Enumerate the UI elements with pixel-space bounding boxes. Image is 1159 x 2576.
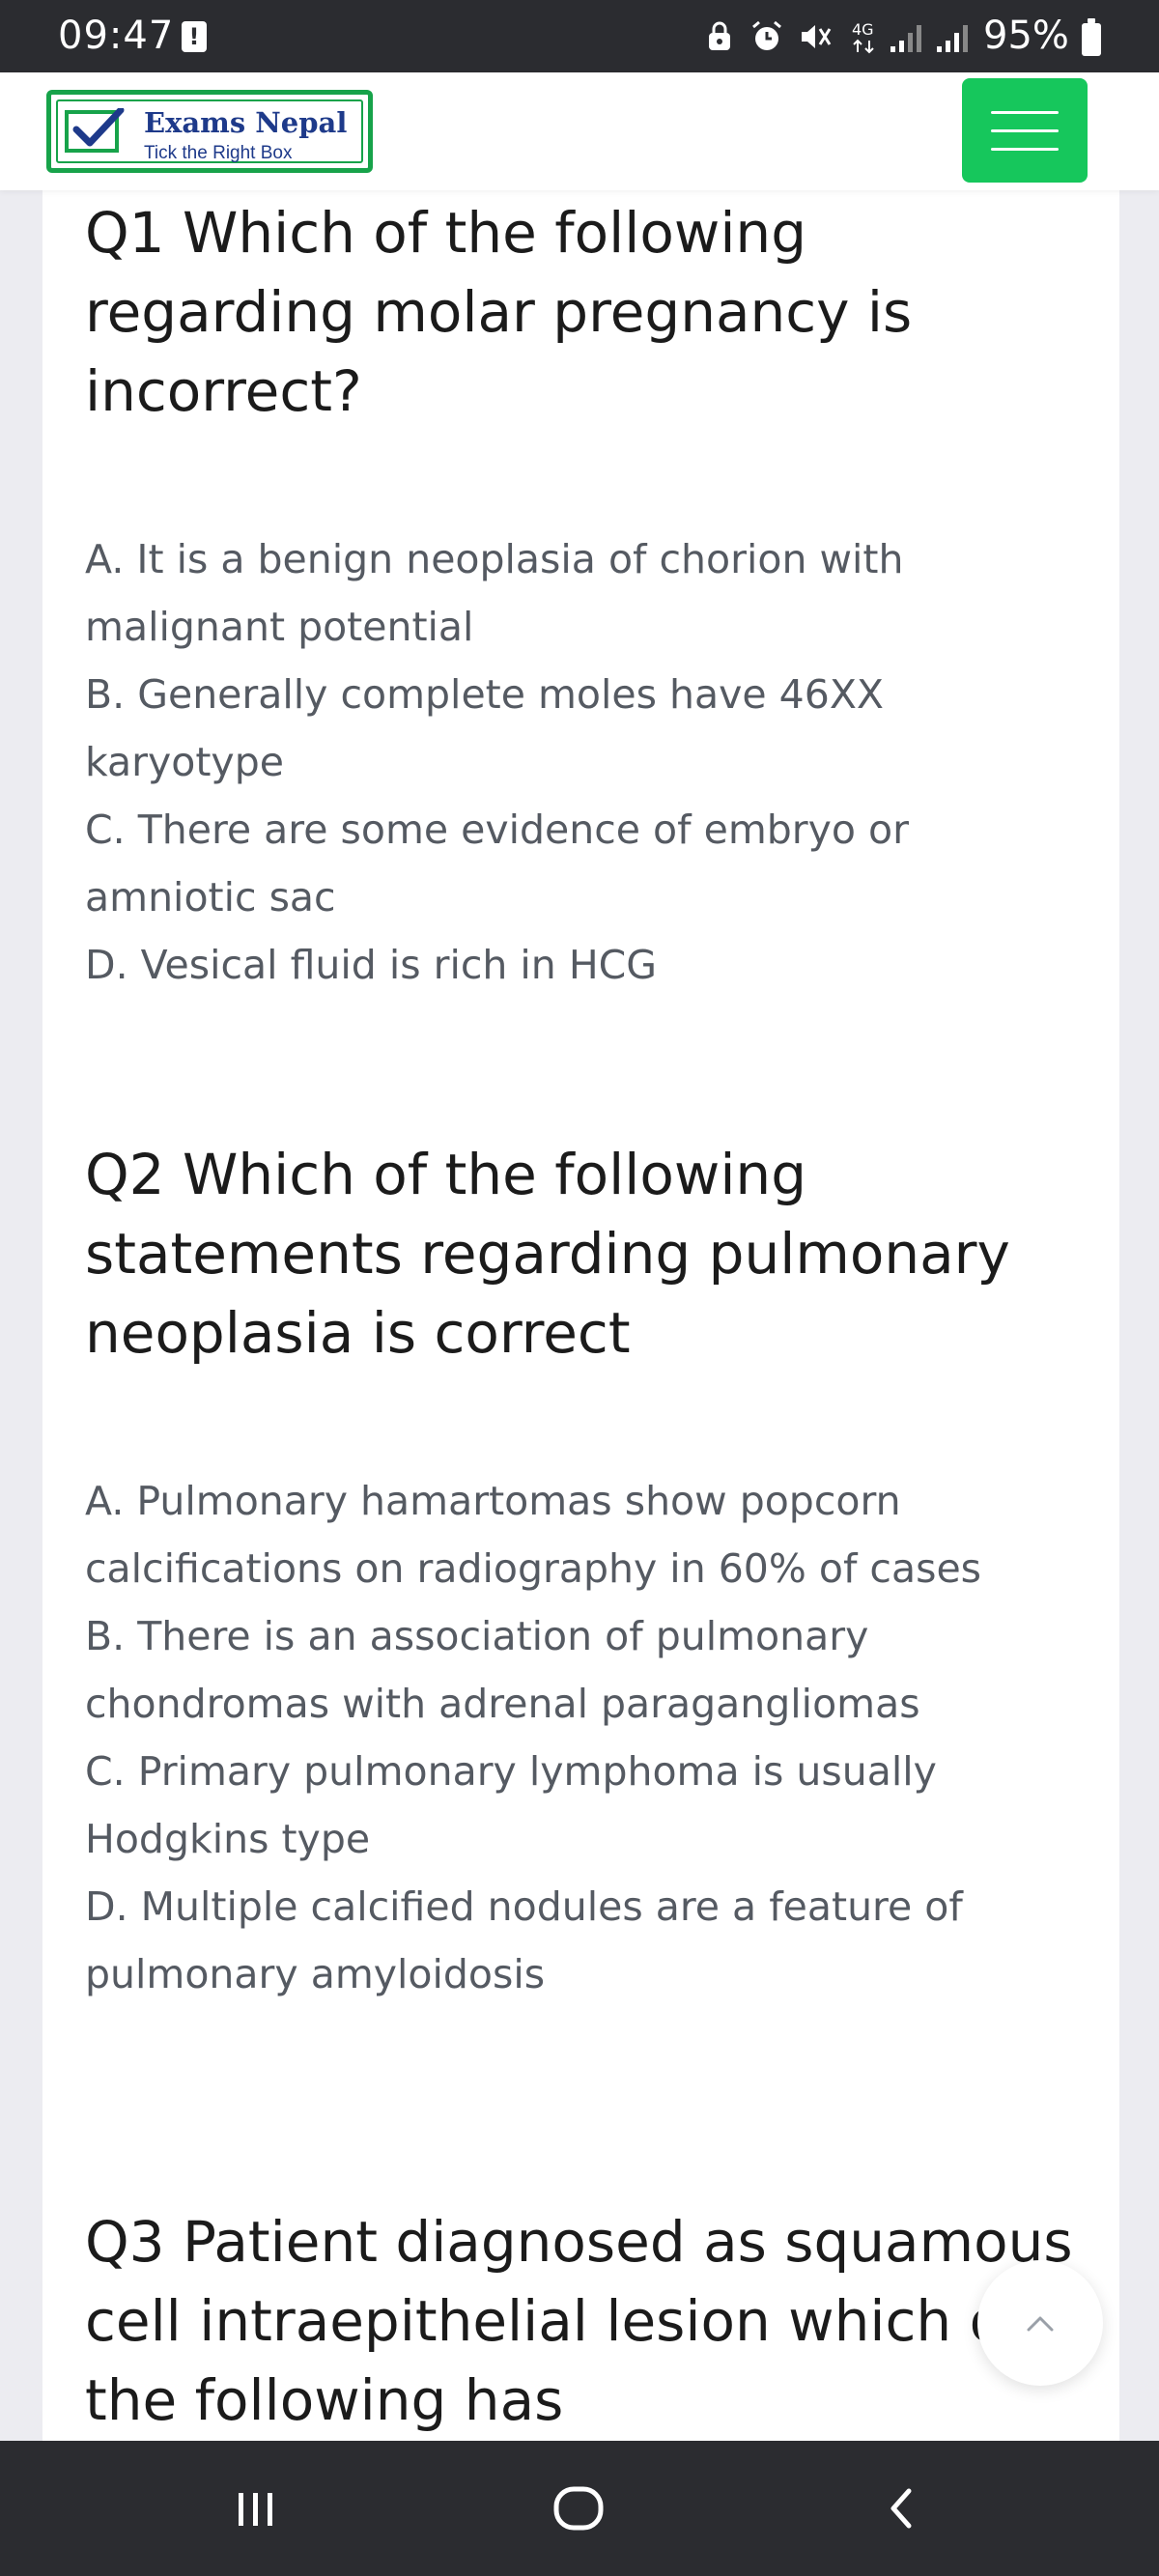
question-title: Q2 Which of the following statements reg… (85, 1142, 1010, 1366)
battery-percentage: 95% (983, 14, 1069, 58)
question-title: Q3 Patient diagnosed as squamous cell in… (85, 2209, 1073, 2433)
option-item[interactable]: C. There are some evidence of embryo or … (85, 796, 1089, 931)
menu-button[interactable] (962, 78, 1088, 183)
option-item[interactable]: D. Multiple calcified nodules are a feat… (85, 1873, 1089, 2008)
question-title: Q1 Which of the following regarding mola… (85, 200, 913, 424)
recent-apps-icon[interactable] (217, 2479, 295, 2537)
option-item[interactable]: A. It is a benign neoplasia of chorion w… (85, 525, 1089, 661)
alarm-icon (752, 20, 781, 50)
checkbox-check-icon (65, 108, 125, 153)
site-header: Exams Nepal Tick the Right Box (0, 72, 1159, 190)
scroll-to-top-button[interactable] (977, 2260, 1103, 2386)
option-list: A. It is a benign neoplasia of chorion w… (85, 525, 1089, 999)
hamburger-line (991, 111, 1059, 114)
question-card: Q2 Which of the following statements reg… (85, 1135, 1089, 2008)
question-list: Q1 Which of the following regarding mola… (42, 184, 1119, 2444)
status-bar: 09:47 ! 4G 95% (0, 0, 1159, 72)
question-card: Q3 Patient diagnosed as squamous cell in… (85, 2202, 1089, 2440)
home-icon[interactable] (541, 2479, 618, 2537)
option-item[interactable]: C. Primary pulmonary lymphoma is usually… (85, 1738, 1089, 1873)
signal-icon (890, 25, 921, 52)
status-time: 09:47 (58, 14, 175, 58)
chevron-up-icon (1027, 2316, 1054, 2332)
hamburger-line (991, 129, 1059, 132)
network-4g-icon: 4G (852, 20, 874, 54)
option-item[interactable]: D. Vesical fluid is rich in HCG (85, 931, 1089, 999)
site-logo[interactable]: Exams Nepal Tick the Right Box (46, 90, 373, 173)
option-item[interactable]: A. Pulmonary hamartomas show popcorn cal… (85, 1467, 1089, 1602)
battery-icon (1082, 18, 1101, 56)
option-item[interactable]: B. There is an association of pulmonary … (85, 1602, 1089, 1738)
logo-title: Exams Nepal (144, 106, 348, 139)
notification-icon: ! (182, 21, 207, 52)
screen: 09:47 ! 4G 95% Exams Nepal Tick the Righ… (0, 0, 1159, 2576)
option-list: A. Pulmonary hamartomas show popcorn cal… (85, 1467, 1089, 2008)
option-item[interactable]: B. Generally complete moles have 46XX ka… (85, 661, 1089, 796)
network-label: 4G (852, 20, 874, 39)
navigation-bar (0, 2441, 1159, 2576)
back-icon[interactable] (864, 2479, 942, 2537)
question-card: Q1 Which of the following regarding mola… (85, 193, 1089, 999)
hamburger-line (991, 148, 1059, 151)
mute-icon (802, 25, 832, 48)
logo-tagline: Tick the Right Box (144, 143, 293, 163)
signal-icon (937, 25, 968, 52)
lock-icon (709, 21, 730, 50)
